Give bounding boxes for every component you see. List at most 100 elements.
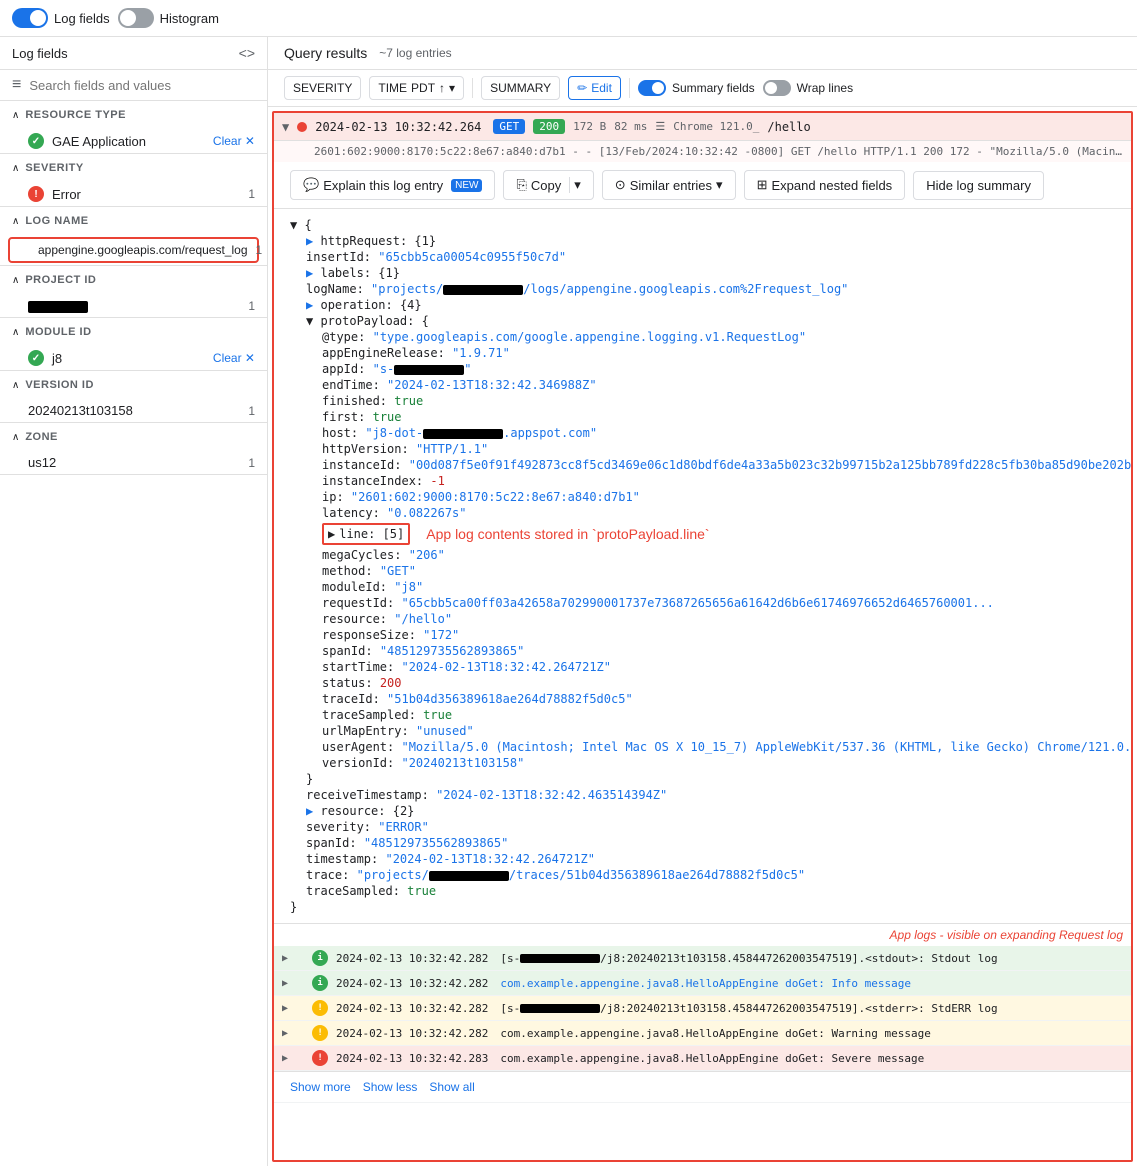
log-entry-header[interactable]: ▼ 2024-02-13 10:32:42.264 GET 200 172 B … xyxy=(274,113,1131,141)
json-line-latency: latency: "0.082267s" xyxy=(290,505,1133,521)
operation-expand[interactable]: ▶ xyxy=(306,298,313,312)
log-fields-switch[interactable] xyxy=(12,8,48,28)
section-header-module-id[interactable]: ∧ MODULE ID xyxy=(0,318,267,346)
section-header-log-name[interactable]: ∧ LOG NAME xyxy=(0,207,267,235)
json-with-annotation: ▼ { ▶ httpRequest: {1} insertId: "65cbb5… xyxy=(290,217,1115,915)
child-4-message: com.example.appengine.java8.HelloAppEngi… xyxy=(500,1027,930,1040)
labels-expand[interactable]: ▶ xyxy=(306,266,313,280)
child-2-time: 2024-02-13 10:32:42.282 xyxy=(336,977,488,990)
explain-icon: 💬 xyxy=(303,177,319,193)
expand-icon: ⊞ xyxy=(757,177,768,193)
json-line-brace-open: ▼ { xyxy=(290,217,1133,233)
query-header: Query results ~7 log entries xyxy=(268,37,1137,70)
histogram-switch[interactable] xyxy=(118,8,154,28)
section-project-id: ∧ PROJECT ID 1 xyxy=(0,266,267,318)
json-line-versionid: versionId: "20240213t103158" xyxy=(290,755,1133,771)
hide-summary-btn[interactable]: Hide log summary xyxy=(913,171,1044,200)
wrap-lines-toggle[interactable]: Wrap lines xyxy=(763,80,853,96)
similar-label: Similar entries xyxy=(630,178,712,193)
json-line-logname: logName: "projects/ /logs/appengine.goog… xyxy=(290,281,1133,297)
expand-label: Expand nested fields xyxy=(771,178,892,193)
module-id-clear-btn[interactable]: Clear ✕ xyxy=(213,351,255,365)
summary-fields-toggle[interactable]: Summary fields xyxy=(638,80,755,96)
child-log-1[interactable]: ▶ i 2024-02-13 10:32:42.282 [s- /j8:2024… xyxy=(274,946,1131,971)
sidebar-title: Log fields xyxy=(12,46,68,61)
json-line-instanceindex: instanceIndex: -1 xyxy=(290,473,1133,489)
resource-type-chevron: ∧ xyxy=(12,110,19,121)
project-id-chevron: ∧ xyxy=(12,275,19,286)
main-layout: Log fields <> ≡ ∧ RESOURCE TYPE ✓ GAE Ap… xyxy=(0,37,1137,1166)
log-fields-toggle[interactable]: Log fields xyxy=(12,8,110,28)
line-highlight[interactable]: ▶ line: [5] xyxy=(322,523,410,545)
json-line-labels: ▶ labels: {1} xyxy=(290,265,1133,281)
copy-btn[interactable]: ⎘ Copy ▾ xyxy=(503,170,593,200)
similar-btn[interactable]: ⊙ Similar entries ▾ xyxy=(602,170,736,200)
summary-btn[interactable]: SUMMARY xyxy=(481,76,560,100)
json-line-timestamp: timestamp: "2024-02-13T18:32:42.264721Z" xyxy=(290,851,1133,867)
severity-count: 1 xyxy=(248,187,255,201)
app-logs-visible-annotation: App logs - visible on expanding Request … xyxy=(274,924,1131,946)
expand-btn[interactable]: ⊞ Expand nested fields xyxy=(744,170,906,200)
entry-chevron: ▼ xyxy=(282,120,289,134)
json-line-spanid: spanId: "485129735562893865" xyxy=(290,643,1133,659)
json-line-starttime: startTime: "2024-02-13T18:32:42.264721Z" xyxy=(290,659,1133,675)
child-2-severity: i xyxy=(312,975,328,991)
code-icon[interactable]: <> xyxy=(239,45,255,61)
child-log-3[interactable]: ▶ ! 2024-02-13 10:32:42.282 [s- /j8:2024… xyxy=(274,996,1131,1021)
resource-type-label: RESOURCE TYPE xyxy=(25,109,255,121)
child-log-2[interactable]: ▶ i 2024-02-13 10:32:42.282 com.example.… xyxy=(274,971,1131,996)
child-log-4[interactable]: ▶ ! 2024-02-13 10:32:42.282 com.example.… xyxy=(274,1021,1131,1046)
log-name-label: LOG NAME xyxy=(25,215,255,227)
child-2-message: com.example.appengine.java8.HelloAppEngi… xyxy=(500,977,911,990)
time-filter-btn[interactable]: TIME PDT ↑ ▾ xyxy=(369,76,464,100)
section-header-severity[interactable]: ∧ SEVERITY xyxy=(0,154,267,182)
section-severity: ∧ SEVERITY ! Error 1 xyxy=(0,154,267,207)
new-badge: NEW xyxy=(451,179,482,192)
entry-size: 172 B xyxy=(573,120,606,133)
http-expand[interactable]: ▶ xyxy=(306,234,313,248)
wrap-lines-knob xyxy=(765,82,777,94)
json-line-traceid: traceId: "51b04d356389618ae264d78882f5d0… xyxy=(290,691,1133,707)
json-line-tracesampled: traceSampled: true xyxy=(290,707,1133,723)
section-header-zone[interactable]: ∧ ZONE xyxy=(0,423,267,451)
entry-path: /hello xyxy=(767,120,810,134)
entry-latency: 82 ms xyxy=(614,120,647,133)
severity-filter-btn[interactable]: SEVERITY xyxy=(284,76,361,100)
json-line-spanid2: spanId: "485129735562893865" xyxy=(290,835,1133,851)
top-bar: Log fields Histogram xyxy=(0,0,1137,37)
version-id-value: 20240213t103158 xyxy=(28,403,240,418)
zone-chevron: ∧ xyxy=(12,432,19,443)
show-less-link[interactable]: Show less xyxy=(363,1080,418,1094)
severity-label: SEVERITY xyxy=(25,162,255,174)
explain-btn[interactable]: 💬 Explain this log entry NEW xyxy=(290,170,495,200)
module-id-item: ✓ j8 Clear ✕ xyxy=(0,346,267,370)
json-line-method: method: "GET" xyxy=(290,563,1133,579)
histogram-toggle[interactable]: Histogram xyxy=(118,8,219,28)
child-logs-container: App logs - visible on expanding Request … xyxy=(274,923,1131,1071)
json-line-httpversion: httpVersion: "HTTP/1.1" xyxy=(290,441,1133,457)
section-header-version-id[interactable]: ∧ VERSION ID xyxy=(0,371,267,399)
section-header-resource-type[interactable]: ∧ RESOURCE TYPE xyxy=(0,101,267,129)
toggle-group: Log fields Histogram xyxy=(12,8,219,28)
child-log-5[interactable]: ▶ ! 2024-02-13 10:32:42.283 com.example.… xyxy=(274,1046,1131,1071)
json-line-host: host: "j8-dot- .appspot.com" xyxy=(290,425,1133,441)
json-line-brace-close: } xyxy=(290,899,1133,915)
json-content: ▼ { ▶ httpRequest: {1} insertId: "65cbb5… xyxy=(274,209,1131,923)
json-line-urlmapentry: urlMapEntry: "unused" xyxy=(290,723,1133,739)
show-all-link[interactable]: Show all xyxy=(429,1080,474,1094)
section-header-project-id[interactable]: ∧ PROJECT ID xyxy=(0,266,267,294)
json-line-receivetimestamp: receiveTimestamp: "2024-02-13T18:32:42.4… xyxy=(290,787,1133,803)
version-id-label: VERSION ID xyxy=(25,379,255,391)
resource-type-clear-btn[interactable]: Clear ✕ xyxy=(213,134,255,148)
module-id-status-icon: ✓ xyxy=(28,350,44,366)
summary-fields-switch[interactable] xyxy=(638,80,666,96)
toolbar: SEVERITY TIME PDT ↑ ▾ SUMMARY ✏ Edit xyxy=(268,70,1137,107)
wrap-lines-switch[interactable] xyxy=(763,80,791,96)
edit-icon: ✏ xyxy=(577,81,587,95)
sidebar: Log fields <> ≡ ∧ RESOURCE TYPE ✓ GAE Ap… xyxy=(0,37,268,1166)
edit-btn[interactable]: ✏ Edit xyxy=(568,76,621,100)
resource-expand[interactable]: ▶ xyxy=(306,804,313,818)
search-input[interactable] xyxy=(29,78,255,93)
app-log-annotation: App log contents stored in `protoPayload… xyxy=(418,522,717,546)
show-more-link[interactable]: Show more xyxy=(290,1080,351,1094)
